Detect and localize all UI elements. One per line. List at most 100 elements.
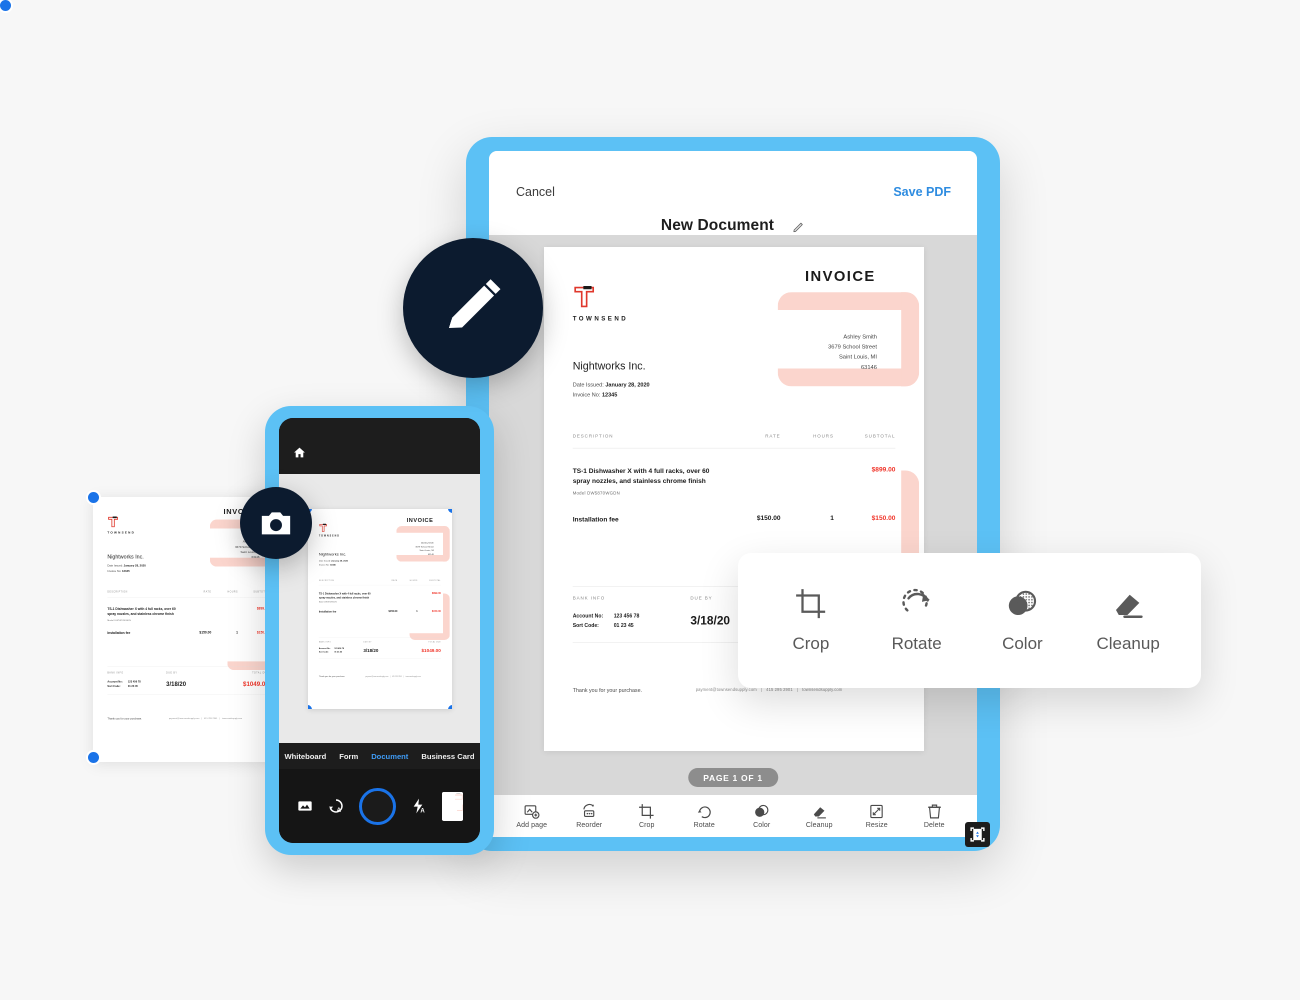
toolbar-crop-button[interactable]: Crop — [621, 803, 673, 829]
tablet-edit-toolbar: Add page Reorder Crop Rotate Color Clean… — [489, 795, 977, 837]
sort-code-label: Sort Code: — [107, 684, 121, 688]
date-label: Date Issued: — [318, 559, 331, 562]
item-subtotal: $899.00 — [871, 466, 896, 474]
account-label: Account No: — [318, 646, 330, 650]
bill-to-line: Saint Louis, MI — [419, 548, 434, 552]
tablet-canvas: INVOICE Ashley Smith 3679 School Street … — [489, 235, 977, 795]
capture-mode-tabs: Whiteboard Form Document Business Card — [279, 743, 480, 769]
bank-info-label: BANK INFO — [318, 640, 331, 643]
account-value: 123 456 78 — [333, 646, 344, 650]
cancel-button[interactable]: Cancel — [516, 185, 555, 199]
mode-tab-document[interactable]: Document — [371, 752, 408, 761]
cleanup-icon — [1116, 594, 1143, 618]
due-date-value: 3/18/20 — [362, 647, 378, 653]
invoice-document: INVOICE Ashley Smith 3679 School Street … — [307, 508, 452, 699]
brand-name: TOWNSEND — [318, 534, 340, 537]
column-hours: HOURS — [227, 590, 238, 593]
sort-code-label: Sort Code: — [572, 622, 599, 629]
item-model: Model DW5870WGDN — [572, 490, 620, 496]
crop-icon — [639, 804, 654, 819]
capture-badge[interactable] — [240, 487, 312, 559]
column-description: DESCRIPTION — [318, 579, 334, 582]
last-capture-thumbnail[interactable]: INVOICE — [441, 791, 463, 821]
crop-handle-bottom-left[interactable] — [307, 704, 312, 709]
footer-phone: 415 295 2901 — [391, 675, 402, 677]
toolbar-resize-button[interactable]: Resize — [851, 803, 903, 829]
toolbar-cleanup-button[interactable]: Cleanup — [793, 803, 845, 829]
item-hours: 1 — [236, 630, 238, 635]
shutter-button[interactable] — [358, 787, 396, 825]
total-due-label: TOTAL DUE — [252, 671, 269, 674]
thanks-text: Thank you for your purchase. — [572, 686, 643, 694]
item-description: Installation fee — [107, 631, 131, 635]
bank-details: Account No: 123 456 78 Sort Code: 01 23 45 — [107, 679, 166, 689]
column-rate: RATE — [391, 579, 397, 582]
table-row: TS-1 Dishwasher X with 4 full racks, ove… — [107, 607, 268, 622]
color-icon — [755, 804, 769, 817]
invoice-no-value: 12345 — [329, 563, 336, 566]
svg-text:A: A — [336, 808, 341, 814]
column-subtotal: SUBTOTAL — [428, 579, 441, 582]
crop-icon — [796, 589, 826, 619]
toolbar-color-button[interactable]: Color — [736, 803, 788, 829]
hero-composition: INVOICE Ashley Smith 3679 School Street … — [0, 0, 1300, 1000]
column-rate: RATE — [765, 433, 781, 439]
rotate-icon — [697, 806, 711, 819]
item-hours — [211, 607, 238, 622]
scan-badge[interactable] — [965, 822, 990, 847]
mode-tab-form[interactable]: Form — [339, 752, 358, 761]
tablet-top-bar: Cancel Save PDF New Document — [489, 151, 977, 235]
invoice-title: INVOICE — [406, 516, 433, 523]
phone-device: INVOICE Ashley Smith 3679 School Street … — [265, 406, 494, 855]
toolbar-add-page-button[interactable]: Add page — [506, 803, 558, 829]
tablet-device: Cancel Save PDF New Document INVOICE Ash… — [466, 137, 1000, 851]
column-hours: HOURS — [409, 579, 418, 582]
captured-document[interactable]: INVOICE Ashley Smith 3679 School Street … — [307, 508, 452, 709]
float-toolbar-label: Crop — [792, 634, 830, 653]
auto-capture-button[interactable]: A — [328, 798, 344, 814]
due-by-label: DUE BY — [166, 671, 178, 674]
toolbar-delete-button[interactable]: Delete — [908, 803, 960, 829]
save-pdf-button[interactable]: Save PDF — [893, 185, 951, 199]
floating-edit-toolbar: Crop Rotate Color Cleanup — [738, 553, 1201, 688]
flash-button[interactable]: A — [411, 798, 427, 814]
mode-tab-whiteboard[interactable]: Whiteboard — [284, 752, 326, 761]
invoice-thumbnail: INVOICE — [441, 791, 463, 820]
townsend-logo-icon — [318, 523, 327, 532]
sort-code-value: 01 23 45 — [613, 622, 634, 629]
gallery-button[interactable] — [297, 798, 313, 814]
float-cleanup-button[interactable]: Cleanup — [1082, 587, 1174, 654]
footer-email: payment@townsendsupply.com — [364, 675, 388, 677]
selection-handle-top-left[interactable] — [88, 492, 99, 503]
item-rate: $150.00 — [756, 514, 781, 522]
account-label: Account No: — [572, 612, 604, 619]
float-color-button[interactable]: Color — [976, 587, 1068, 654]
toolbar-label: Resize — [865, 822, 888, 829]
home-button[interactable] — [293, 446, 306, 464]
item-hours: 1 — [830, 514, 834, 522]
toolbar-reorder-button[interactable]: Reorder — [563, 803, 615, 829]
edit-badge[interactable] — [403, 238, 543, 378]
crop-handle-bottom-right[interactable] — [447, 704, 452, 709]
column-hours: HOURS — [813, 433, 834, 439]
float-crop-button[interactable]: Crop — [765, 587, 857, 654]
invoice-accent-shape-top — [454, 793, 463, 800]
due-by-label: DUE BY — [362, 640, 372, 643]
table-header: DESCRIPTION RATE HOURS SUBTOTAL — [318, 579, 441, 585]
delete-icon — [927, 804, 941, 819]
float-rotate-button[interactable]: Rotate — [871, 587, 963, 654]
invoice-no-value: 12345 — [601, 391, 618, 398]
table-row: Installation fee $150.00 1 $150.00 — [318, 610, 440, 614]
date-value: January 28, 2020 — [330, 559, 348, 562]
selection-handle-bottom-left[interactable] — [88, 752, 99, 763]
bill-to-line: Ashley Smith — [420, 541, 434, 544]
toolbar-label: Delete — [923, 822, 945, 829]
float-toolbar-label: Cleanup — [1096, 634, 1160, 653]
date-label: Date Issued: — [572, 381, 604, 388]
bank-details: Account No: 123 456 78 Sort Code: 01 23 45 — [318, 646, 362, 653]
toolbar-label: Reorder — [576, 822, 603, 829]
edit-pencil-icon[interactable] — [792, 220, 805, 233]
selection-handle-top-left[interactable] — [0, 0, 11, 11]
mode-tab-business-card[interactable]: Business Card — [421, 752, 474, 761]
toolbar-rotate-button[interactable]: Rotate — [678, 803, 730, 829]
